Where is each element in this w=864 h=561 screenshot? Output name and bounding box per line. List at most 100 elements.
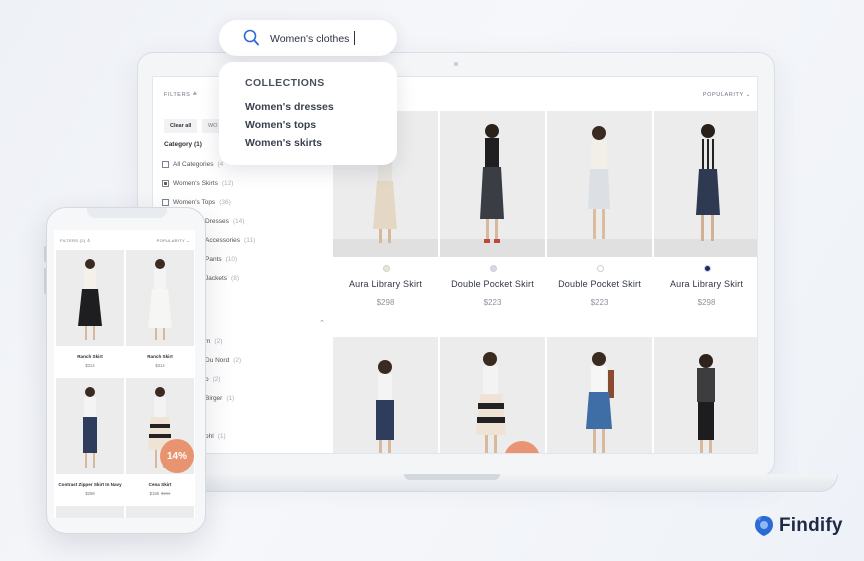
product-card[interactable]	[333, 337, 439, 453]
product-image[interactable]	[333, 337, 438, 453]
product-name: Contrast Zipper Skirt In Navy	[58, 482, 122, 487]
product-grid: Aura Library Skirt $298 Double Pocket Sk…	[333, 111, 757, 453]
product-card[interactable]: Aura Library Skirt $298	[654, 111, 757, 335]
findify-logo-icon	[755, 516, 773, 536]
checkbox[interactable]	[162, 199, 169, 206]
product-image[interactable]	[56, 378, 124, 474]
category-filter-item[interactable]: Accessories (11)	[205, 237, 255, 244]
category-heading: Category (1)	[164, 141, 202, 148]
filters-toggle[interactable]: FILTERS ≙	[164, 92, 198, 98]
product-image[interactable]	[440, 337, 545, 453]
model-photo	[547, 126, 652, 257]
phone-notch	[87, 208, 167, 218]
product-price: $298	[376, 298, 395, 307]
product-image[interactable]	[440, 111, 545, 257]
brand-filter-item[interactable]: Du Nord (2)	[205, 357, 241, 364]
suggestion-womens-tops[interactable]: Women's tops	[245, 119, 316, 131]
category-filter-item[interactable]: Dresses (14)	[205, 218, 244, 225]
product-name: Aura Library Skirt	[669, 279, 744, 289]
mobile-sort-dropdown[interactable]: POPULARITY ⌄	[157, 238, 190, 243]
color-swatch[interactable]	[597, 265, 604, 272]
model-photo	[654, 124, 757, 257]
chevron-down-icon: ⌄	[186, 238, 190, 243]
model-photo	[586, 352, 614, 453]
product-card[interactable]: Double Pocket Skirt $223	[547, 111, 653, 335]
product-price: $298	[697, 298, 716, 307]
laptop-base	[190, 474, 838, 492]
product-price: $158 $184	[149, 491, 171, 496]
product-name: Ranch Skirt	[147, 354, 173, 359]
product-image[interactable]	[126, 250, 194, 346]
search-icon	[243, 29, 259, 46]
product-name: Aura Library Skirt	[348, 279, 423, 289]
product-image[interactable]	[654, 111, 757, 257]
model-photo	[83, 387, 97, 468]
model-photo	[148, 259, 172, 340]
clear-all-button[interactable]: Clear all	[164, 119, 198, 133]
product-name: Ranch Skirt	[77, 354, 103, 359]
model-photo	[78, 259, 102, 340]
search-input[interactable]: Women's clothes	[270, 33, 349, 45]
product-name: Cena Skirt	[148, 482, 172, 487]
category-filter-item[interactable]: Jackets (8)	[205, 275, 239, 282]
color-swatch[interactable]	[704, 265, 711, 272]
category-filter-item[interactable]: Women's Tops (36)	[162, 199, 231, 206]
laptop-notch	[404, 474, 500, 480]
brand-filter-item[interactable]: ohl (1)	[205, 433, 226, 440]
category-filter-item[interactable]: All Categories (4	[162, 161, 223, 168]
checkbox[interactable]	[162, 161, 169, 168]
model-photo	[697, 354, 715, 453]
logo-wordmark: Findify	[779, 515, 843, 536]
mobile-filters-toggle[interactable]: FILTERS (2) ≙	[60, 238, 91, 243]
suggestion-womens-skirts[interactable]: Women's skirts	[245, 137, 322, 149]
mobile-product-card[interactable]: Ranch Skirt $314	[56, 250, 124, 376]
product-image[interactable]	[56, 250, 124, 346]
mobile-store-screen: FILTERS (2) ≙ POPULARITY ⌄ Ranch Skirt $…	[54, 230, 195, 518]
product-image[interactable]	[126, 506, 194, 518]
product-card[interactable]	[654, 337, 757, 453]
sort-dropdown[interactable]: POPULARITY ⌄	[703, 92, 751, 98]
mobile-toolbar: FILTERS (2) ≙ POPULARITY ⌄	[54, 230, 195, 248]
product-card[interactable]: Double Pocket Skirt $223	[440, 111, 546, 335]
product-card[interactable]	[440, 337, 546, 453]
product-image[interactable]	[654, 337, 757, 453]
laptop-camera	[454, 62, 458, 66]
chevron-up-icon[interactable]: ⌃	[319, 319, 325, 327]
product-card[interactable]	[547, 337, 653, 453]
product-image[interactable]	[56, 506, 124, 518]
product-name: Double Pocket Skirt	[451, 279, 534, 289]
checkbox-checked[interactable]	[162, 180, 169, 187]
suggestion-womens-dresses[interactable]: Women's dresses	[245, 101, 334, 113]
category-filter-item[interactable]: Pants (10)	[205, 256, 237, 263]
model-photo	[476, 352, 506, 453]
mobile-product-card[interactable]: Contrast Zipper Skirt In Navy $298	[56, 378, 124, 504]
text-caret	[354, 31, 355, 45]
brand-filter-item[interactable]: o (2)	[205, 376, 221, 383]
discount-badge: 14%	[160, 439, 194, 473]
color-swatch[interactable]	[490, 265, 497, 272]
category-filter-item[interactable]: Women's Skirts (12)	[162, 180, 233, 187]
mobile-product-card[interactable]	[126, 506, 194, 518]
model-photo	[440, 124, 545, 257]
product-price: $314	[85, 363, 95, 368]
product-price: $298	[85, 491, 95, 496]
findify-logo: Findify	[754, 515, 843, 537]
product-name: Double Pocket Skirt	[558, 279, 641, 289]
old-price: $184	[161, 491, 171, 496]
brand-filter-item[interactable]: m (2)	[205, 338, 222, 345]
search-suggestions-dropdown: COLLECTIONS Women's dresses Women's tops…	[219, 62, 397, 165]
product-price: $223	[590, 298, 609, 307]
product-image[interactable]	[547, 111, 652, 257]
mobile-product-card[interactable]	[56, 506, 124, 518]
brand-filter-item[interactable]: Birger (1)	[205, 395, 234, 402]
mobile-product-card[interactable]: Ranch Skirt $314	[126, 250, 194, 376]
product-price: $314	[155, 363, 165, 368]
chevron-down-icon: ⌄	[745, 92, 751, 98]
collections-heading: COLLECTIONS	[245, 77, 325, 89]
model-photo	[376, 360, 394, 453]
product-image[interactable]	[547, 337, 652, 453]
sort-label: POPULARITY	[702, 92, 744, 98]
color-swatch[interactable]	[383, 265, 390, 272]
search-bar[interactable]: Women's clothes	[219, 20, 397, 56]
product-price: $223	[483, 298, 502, 307]
